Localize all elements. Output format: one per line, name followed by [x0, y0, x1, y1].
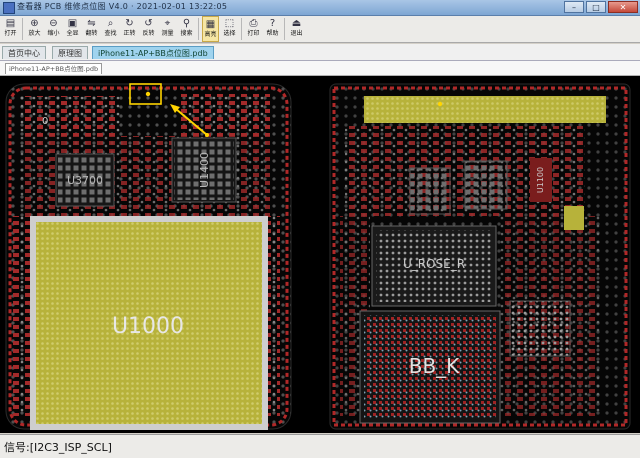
highlight-icon: ▦ — [205, 19, 216, 30]
toolbar: ▤ 打开 ⊕ 放大 ⊖ 缩小 ▣ 全显 ⇋ 翻转 ⌕ 查找 ↻ 正转 ↺ 反转 ⌖ 测量 ⚲ 搜索 … — [0, 16, 640, 43]
label-u1100: U1100 — [536, 167, 545, 193]
chip-bb-k[interactable]: BB_K — [359, 310, 501, 424]
toolbar-separator — [241, 18, 242, 40]
toolbar-separator — [22, 18, 23, 40]
tab-schematic[interactable]: 原理图 — [52, 46, 88, 59]
minimize-button[interactable]: – — [564, 1, 584, 13]
tab-home[interactable]: 首页中心 — [2, 46, 46, 59]
tab-bar: 首页中心 原理图 iPhone11-AP+BB点位图.pdb — [0, 44, 640, 61]
chip-right-small-1[interactable] — [409, 167, 451, 215]
fit-icon: ▣ — [67, 18, 78, 29]
close-button[interactable]: ✕ — [608, 1, 638, 13]
select-button[interactable]: ⬚ 选择 — [221, 16, 238, 42]
measure-icon: ⌖ — [164, 18, 171, 29]
chip-u1000[interactable]: U1000 — [30, 216, 268, 430]
document-bar: iPhone11-AP+BB点位图.pdb — [0, 61, 640, 76]
search-icon: ⌕ — [107, 18, 114, 29]
signal-value: [I2C3_ISP_SCL] — [29, 441, 112, 454]
window-controls: – □ ✕ — [564, 1, 638, 13]
label-small-o: 0 — [42, 116, 48, 127]
zoom-in-icon: ⊕ — [30, 18, 39, 29]
measure-button[interactable]: ⌖ 测量 — [159, 16, 176, 42]
pad-highlight-small[interactable] — [564, 206, 584, 230]
help-button[interactable]: ? 帮助 — [264, 16, 281, 42]
tab-board-file[interactable]: iPhone11-AP+BB点位图.pdb — [92, 46, 214, 59]
print-button[interactable]: ⎙ 打印 — [245, 16, 262, 42]
chip-right-small-2[interactable] — [464, 160, 508, 210]
status-bar: 信号:[I2C3_ISP_SCL] — [0, 434, 640, 458]
rotate-ccw-icon: ↺ — [144, 18, 153, 29]
exit-button[interactable]: ⏏ 退出 — [288, 16, 305, 42]
exit-icon: ⏏ — [291, 18, 302, 29]
maximize-button[interactable]: □ — [586, 1, 606, 13]
mirror-button[interactable]: ⇋ 翻转 — [83, 16, 100, 42]
chip-u1400[interactable]: U1400 — [171, 137, 237, 203]
folder-open-icon: ▤ — [5, 18, 16, 29]
rotate-cw-icon: ↻ — [125, 18, 134, 29]
rotate-cw-button[interactable]: ↻ 正转 — [121, 16, 138, 42]
pcb-drawing: U3700 U1400 0 U1000 U1100 U_ROSE_R BB_K — [5, 83, 631, 430]
open-button[interactable]: ▤ 打开 — [2, 16, 19, 42]
rotate-ccw-button[interactable]: ↺ 反转 — [140, 16, 157, 42]
chip-right-bga[interactable] — [509, 300, 571, 357]
title-bar: 查看器 PCB 维修点位图 V4.0 · 2021-02-01 13:22:05… — [0, 0, 640, 16]
connector-highlight[interactable] — [364, 96, 606, 123]
print-icon: ⎙ — [249, 18, 258, 29]
label-bb-k: BB_K — [409, 354, 460, 378]
label-u3700: U3700 — [67, 174, 103, 187]
zoom-in-button[interactable]: ⊕ 放大 — [26, 16, 43, 42]
label-u1400: U1400 — [198, 152, 211, 188]
mirror-icon: ⇋ — [87, 18, 96, 29]
locate-button[interactable]: ⚲ 搜索 — [178, 16, 195, 42]
document-tab[interactable]: iPhone11-AP+BB点位图.pdb — [5, 63, 103, 74]
zoom-out-button[interactable]: ⊖ 缩小 — [45, 16, 62, 42]
toolbar-separator — [284, 18, 285, 40]
find-button[interactable]: ⌕ 查找 — [102, 16, 119, 42]
help-icon: ? — [269, 18, 276, 29]
label-u1000: U1000 — [112, 314, 184, 339]
signal-label: 信号: — [4, 441, 30, 454]
toolbar-separator — [198, 18, 199, 40]
chip-u3700[interactable]: U3700 — [55, 153, 115, 207]
fit-button[interactable]: ▣ 全显 — [64, 16, 81, 42]
window-title: 查看器 PCB 维修点位图 V4.0 · 2021-02-01 13:22:05 — [17, 2, 228, 11]
chip-u-rose-r[interactable]: U_ROSE_R — [371, 225, 497, 307]
signal-status: 信号:[I2C3_ISP_SCL] — [4, 439, 112, 455]
app-icon — [3, 2, 15, 14]
label-u-rose-r: U_ROSE_R — [403, 257, 465, 271]
pcb-canvas[interactable]: U3700 U1400 0 U1000 U1100 U_ROSE_R BB_K — [0, 76, 640, 433]
highlight-button[interactable]: ▦ 高亮 — [202, 16, 219, 42]
zoom-out-icon: ⊖ — [49, 18, 58, 29]
locate-icon: ⚲ — [182, 18, 191, 29]
select-icon: ⬚ — [224, 18, 235, 29]
